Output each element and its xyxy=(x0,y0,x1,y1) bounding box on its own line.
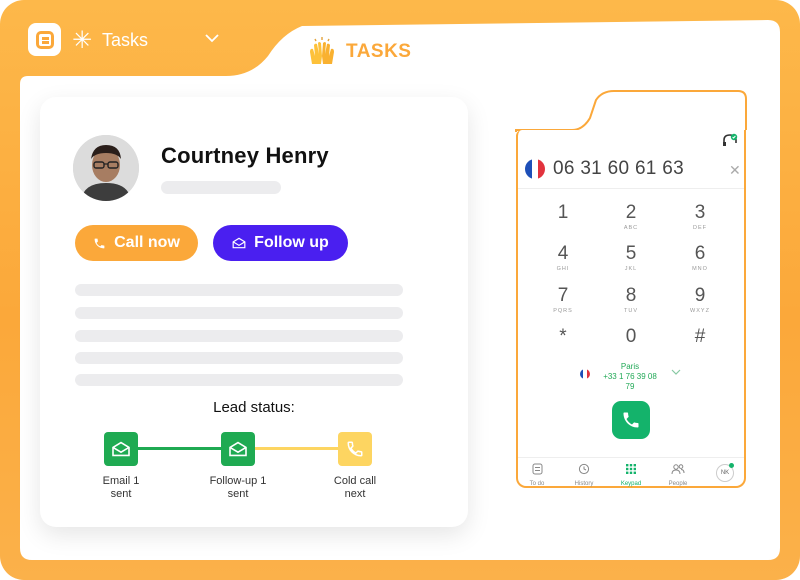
step-cold-call-icon xyxy=(338,432,372,466)
tasks-star-icon: ✳ xyxy=(72,26,93,54)
phone-icon xyxy=(623,412,639,428)
text-placeholder-line xyxy=(75,330,403,342)
step-email-caption: Email 1 sent xyxy=(102,475,140,500)
chevron-down-icon[interactable] xyxy=(205,33,219,43)
text-placeholder-line xyxy=(75,307,403,319)
avatar-image xyxy=(73,135,139,201)
dialed-number[interactable]: 06 31 60 61 63 xyxy=(553,158,684,180)
text-placeholder-line xyxy=(75,284,403,296)
chevron-down-icon[interactable] xyxy=(671,369,681,376)
call-now-button[interactable]: Call now xyxy=(75,225,198,261)
clear-icon[interactable]: ✕ xyxy=(729,162,741,179)
contact-card: Courtney Henry Call now Follow up Lead s… xyxy=(40,97,468,527)
key-5[interactable]: 5 JKL xyxy=(601,243,661,273)
text-placeholder-line xyxy=(75,352,403,364)
key-star[interactable]: * xyxy=(533,326,593,348)
lead-status-label: Lead status: xyxy=(213,399,295,416)
nav-todo[interactable]: To do xyxy=(517,462,557,487)
france-flag-icon[interactable] xyxy=(525,159,545,179)
caller-city: Paris xyxy=(620,362,640,371)
key-9[interactable]: 9 WXYZ xyxy=(670,285,730,315)
key-hash[interactable]: # xyxy=(670,326,730,348)
follow-up-label: Follow up xyxy=(254,234,329,251)
key-6[interactable]: 6 MNO xyxy=(670,243,730,273)
step-follow-up-caption: Follow-up 1 sent xyxy=(209,475,267,500)
people-icon xyxy=(671,464,685,475)
nav-keypad-label: Keypad xyxy=(620,481,642,487)
envelope-icon xyxy=(229,441,247,457)
envelope-icon xyxy=(112,441,130,457)
phone-divider xyxy=(518,188,744,189)
app-logo[interactable] xyxy=(28,23,61,56)
timeline-connector-pending xyxy=(254,447,338,450)
todo-icon xyxy=(532,463,542,475)
key-2[interactable]: 2 ABC xyxy=(601,202,661,232)
raised-hands-icon xyxy=(310,37,334,64)
key-0[interactable]: 0 xyxy=(601,326,661,348)
envelope-icon xyxy=(232,237,246,249)
phone-icon xyxy=(347,441,363,457)
phone-icon xyxy=(94,238,105,248)
follow-up-button[interactable]: Follow up xyxy=(213,225,348,261)
text-placeholder-line xyxy=(75,374,403,386)
step-cold-call-caption: Cold call next xyxy=(333,475,377,500)
nav-history-label: History xyxy=(574,481,594,487)
phone-nav-divider xyxy=(518,457,744,458)
call-now-label: Call now xyxy=(114,234,180,251)
caller-number: +33 1 76 39 08 79 xyxy=(603,372,657,391)
history-icon xyxy=(578,463,590,475)
step-follow-up-icon xyxy=(221,432,255,466)
nav-keypad[interactable]: Keypad xyxy=(611,462,651,487)
key-1[interactable]: 1 xyxy=(533,202,593,224)
key-4[interactable]: 4 GHI xyxy=(533,243,593,273)
section-heading: TASKS xyxy=(306,36,411,68)
online-status-dot xyxy=(729,463,734,468)
contact-subtitle-placeholder xyxy=(161,181,281,194)
nav-people-label: People xyxy=(668,481,688,487)
avatar[interactable] xyxy=(73,135,139,201)
call-button[interactable] xyxy=(612,401,650,439)
france-flag-small-icon xyxy=(580,369,590,379)
headset-status-icon[interactable] xyxy=(722,133,738,149)
step-email-icon xyxy=(104,432,138,466)
caller-id-selector[interactable]: Paris +33 1 76 39 08 79 xyxy=(600,362,660,392)
nav-history[interactable]: History xyxy=(564,462,604,487)
contact-name: Courtney Henry xyxy=(161,143,329,168)
section-title: TASKS xyxy=(346,41,412,62)
app-title[interactable]: Tasks xyxy=(102,30,148,51)
timeline-connector-done xyxy=(138,447,221,450)
key-7[interactable]: 7 PQRS xyxy=(533,285,593,315)
nav-people[interactable]: People xyxy=(658,462,698,487)
key-8[interactable]: 8 TUV xyxy=(601,285,661,315)
key-3[interactable]: 3 DEF xyxy=(670,202,730,232)
nav-todo-label: To do xyxy=(529,481,545,487)
keypad-icon xyxy=(626,464,636,474)
